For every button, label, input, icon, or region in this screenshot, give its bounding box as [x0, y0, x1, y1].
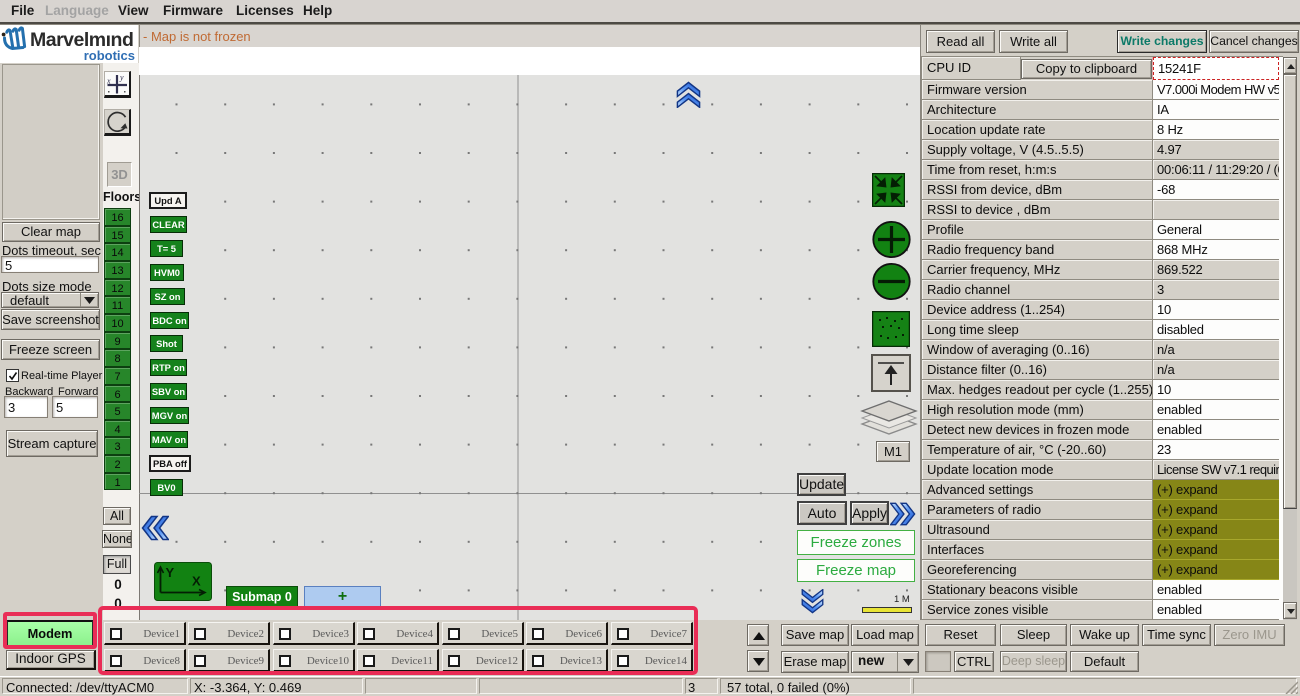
svg-text:y: y [119, 73, 124, 82]
svg-text:X: X [192, 574, 201, 589]
svg-text:Y: Y [166, 565, 175, 580]
svg-text:x: x [106, 77, 111, 86]
